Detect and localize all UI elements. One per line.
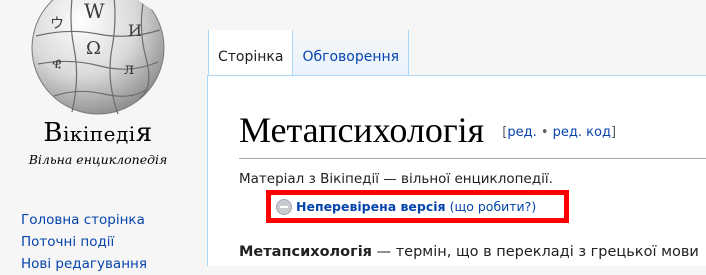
unreviewed-status-icon bbox=[276, 199, 292, 215]
sidebar-item-recent-changes[interactable]: Нові редагування bbox=[21, 253, 147, 275]
sidebar-navigation: Головна сторінка Поточні події Нові реда… bbox=[21, 209, 147, 275]
sidebar-item-current-events[interactable]: Поточні події bbox=[21, 231, 147, 253]
lede-text: — термін, що в перекладі з грецької мови bbox=[371, 244, 699, 260]
page-title: Метапсихологія bbox=[239, 110, 485, 150]
flag-paren-close: ) bbox=[531, 199, 537, 214]
sidebar-item-main-page[interactable]: Головна сторінка bbox=[21, 209, 147, 231]
svg-text:ウ: ウ bbox=[50, 16, 64, 32]
wikipedia-wordmark: Вікіпедія bbox=[10, 118, 186, 148]
edit-link[interactable]: ред. bbox=[507, 125, 536, 140]
what-to-do-link[interactable]: що робити? bbox=[454, 199, 531, 214]
site-subtitle: Матеріал з Вікіпедії — вільної енциклопе… bbox=[239, 171, 553, 187]
edit-bracket-close: ] bbox=[610, 125, 617, 140]
wikipedia-globe-icon: W Ω И ウ л ዊ bbox=[31, 0, 168, 115]
svg-text:л: л bbox=[124, 59, 134, 78]
wordmark-small-caps: ікіпеді bbox=[63, 122, 136, 146]
svg-text:ዊ: ዊ bbox=[52, 56, 62, 72]
svg-text:И: И bbox=[128, 21, 142, 40]
tab-page[interactable]: Сторінка bbox=[208, 30, 294, 76]
wikipedia-logo[interactable]: W Ω И ウ л ዊ Вікіпедія Вільна енциклопеді… bbox=[10, 0, 186, 170]
flagged-revision-box: Неперевірена версія (що робити?) bbox=[266, 190, 569, 223]
edit-separator: • bbox=[536, 125, 553, 140]
svg-text:Ω: Ω bbox=[86, 38, 101, 59]
wordmark-last-letter: я bbox=[135, 118, 153, 148]
wordmark-first-letter: В bbox=[43, 118, 64, 148]
edit-section-links: [ред. • ред. код] bbox=[502, 125, 616, 140]
flagged-revision-text: Неперевірена версія (що робити?) bbox=[296, 199, 536, 214]
unreviewed-version-link[interactable]: Неперевірена версія bbox=[296, 199, 446, 214]
article-content: Метапсихологія [ред. • ред. код] Матеріа… bbox=[207, 75, 706, 266]
svg-text:W: W bbox=[84, 0, 105, 23]
tab-talk[interactable]: Обговорення bbox=[293, 30, 410, 76]
edit-source-link[interactable]: ред. код bbox=[553, 125, 611, 140]
heading-row: Метапсихологія [ред. • ред. код] bbox=[239, 109, 616, 151]
wikipedia-tagline: Вільна енциклопедія bbox=[28, 152, 168, 167]
lede-term: Метапсихологія bbox=[239, 244, 372, 260]
article-lede: Метапсихологія — термін, що в перекладі … bbox=[239, 244, 699, 260]
sidebar: W Ω И ウ л ዊ Вікіпедія Вільна енциклопеді… bbox=[0, 0, 206, 272]
title-divider bbox=[239, 158, 706, 159]
namespace-tabs: Сторінка Обговорення bbox=[208, 30, 410, 76]
